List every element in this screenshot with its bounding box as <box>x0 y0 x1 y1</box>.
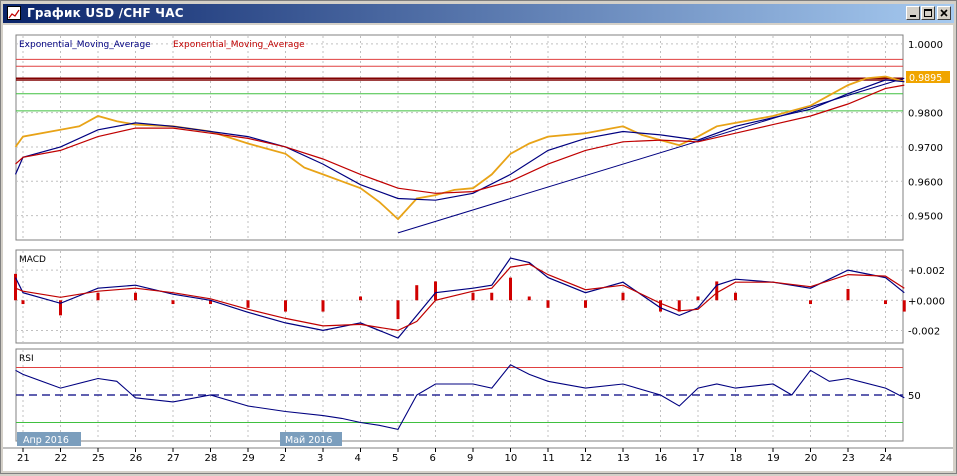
legend-ema-slow: Exponential_Moving_Average <box>173 40 305 50</box>
x-tick-label: 29 <box>242 453 255 464</box>
y-tick-label: 0.9800 <box>908 109 943 120</box>
month-label-apr: Апр 2016 <box>23 435 69 446</box>
x-tick-label: 10 <box>505 453 518 464</box>
close-icon <box>940 9 948 17</box>
x-tick-label: 20 <box>805 453 818 464</box>
x-tick-label: 12 <box>580 453 593 464</box>
x-tick-label: 5 <box>392 453 398 464</box>
x-tick-label: 25 <box>92 453 105 464</box>
x-tick-label: 26 <box>130 453 143 464</box>
x-tick-label: 19 <box>767 453 780 464</box>
macd-label: MACD <box>19 255 46 265</box>
maximize-button[interactable] <box>921 6 935 20</box>
x-tick-label: 13 <box>617 453 630 464</box>
y-tick-label: 0.9700 <box>908 143 943 154</box>
minimize-button[interactable] <box>906 6 920 20</box>
chart-window: График USD /CHF ЧАС 1.00000.99000.98000.… <box>0 0 957 474</box>
chart-svg[interactable]: 1.00000.99000.98000.97000.96000.9500+0.0… <box>3 25 953 471</box>
x-tick-label: 2 <box>280 453 286 464</box>
y-tick-label: +0.002 <box>908 266 945 277</box>
x-tick-label: 22 <box>55 453 68 464</box>
x-tick-label: 11 <box>542 453 555 464</box>
month-label-may: Май 2016 <box>285 435 332 446</box>
x-tick-label: 28 <box>205 453 218 464</box>
x-tick-label: 23 <box>842 453 855 464</box>
macd-panel <box>15 249 904 344</box>
x-tick-label: 27 <box>167 453 180 464</box>
rsi-label: RSI <box>19 354 34 364</box>
x-tick-label: 3 <box>317 453 323 464</box>
chart-area[interactable]: 1.00000.99000.98000.97000.96000.9500+0.0… <box>3 25 953 471</box>
x-tick-label: 6 <box>430 453 436 464</box>
x-tick-label: 24 <box>880 453 893 464</box>
y-tick-label: +0.000 <box>908 296 945 307</box>
x-tick-label: 4 <box>355 453 361 464</box>
y-tick-label: 50 <box>908 391 921 402</box>
maximize-icon <box>924 9 932 17</box>
current-price-label: 0.9895 <box>909 73 942 84</box>
x-tick-label: 16 <box>655 453 668 464</box>
x-tick-label: 18 <box>730 453 743 464</box>
window-title: График USD /CHF ЧАС <box>27 6 184 20</box>
x-tick-label: 17 <box>692 453 705 464</box>
legend-ema-fast: Exponential_Moving_Average <box>19 40 151 50</box>
title-bar[interactable]: График USD /CHF ЧАС <box>3 4 954 23</box>
y-tick-label: 0.9500 <box>908 212 943 223</box>
y-axis-ticks: 1.00000.99000.98000.97000.96000.9500+0.0… <box>908 40 945 402</box>
x-axis-ticks: 21 22 25 26 27 28 29 2 3 4 5 6 9 10 11 12 13 16 17 18 19 20 23… <box>17 448 892 464</box>
x-tick-label: 9 <box>467 453 473 464</box>
y-tick-label: 0.9600 <box>908 177 943 188</box>
y-tick-label: 1.0000 <box>908 40 943 51</box>
y-tick-label: -0.002 <box>908 326 940 337</box>
chart-window-icon <box>7 6 21 20</box>
minimize-icon <box>910 15 916 17</box>
x-tick-label: 21 <box>17 453 30 464</box>
close-button[interactable] <box>937 6 951 20</box>
